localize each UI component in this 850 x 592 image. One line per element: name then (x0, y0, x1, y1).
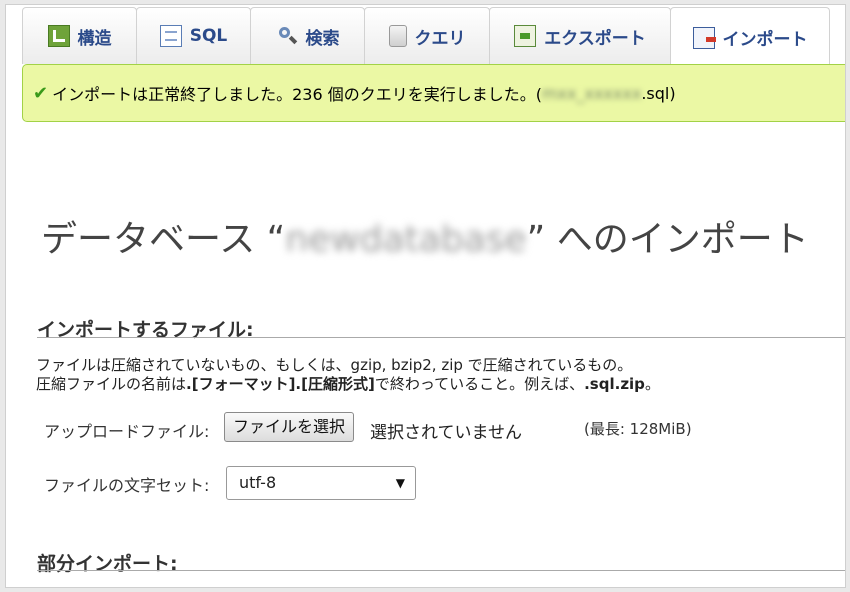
partial-import-title: 部分インポート: (37, 553, 178, 575)
tab-import[interactable]: インポート (670, 7, 830, 67)
success-message: ✔ インポートは正常終了しました。236 個のクエリを実行しました。( mxx_… (22, 64, 845, 122)
file-status-text: 選択されていません (370, 423, 522, 443)
tab-label: 検索 (305, 28, 340, 49)
structure-icon (47, 25, 70, 47)
sql-icon (159, 25, 182, 47)
divider (37, 337, 845, 338)
tab-sql[interactable]: SQL (136, 7, 251, 64)
upload-file-label: アップロードファイル: (44, 422, 210, 441)
tab-query[interactable]: クエリ (364, 7, 490, 64)
desc-format: .[フォーマット].[圧縮形式] (186, 375, 375, 393)
tab-export[interactable]: エクスポート (489, 7, 671, 64)
tab-structure[interactable]: 構造 (22, 7, 137, 64)
tab-label: エクスポート (544, 28, 646, 49)
file-description: ファイルは圧縮されていないもの、もしくは、gzip, bzip2, zip で圧… (36, 356, 660, 394)
tab-search[interactable]: 検索 (250, 7, 365, 64)
database-name: newdatabase (285, 219, 527, 260)
dropdown-arrow-icon: ▼ (395, 476, 405, 490)
desc-example: .sql.zip (584, 375, 645, 393)
import-icon (692, 26, 716, 49)
desc-text: で終わっていること。例えば、 (374, 375, 585, 393)
tab-label: 構造 (77, 28, 112, 49)
desc-text: 。 (644, 375, 660, 393)
tab-label: SQL (189, 26, 228, 46)
description-line-1: ファイルは圧縮されていないもの、もしくは、gzip, bzip2, zip で圧… (36, 356, 633, 374)
title-prefix: データベース “ (41, 219, 286, 260)
checkmark-icon: ✔ (33, 82, 49, 104)
desc-text: 圧縮ファイルの名前は (36, 375, 187, 393)
export-icon (514, 25, 537, 47)
message-ext: .sql) (641, 83, 676, 103)
charset-value: utf-8 (239, 473, 277, 492)
import-panel: 構造 SQL 検索 クエリ エクスポート インポート ✔ インポートは正常終了し… (5, 4, 846, 588)
tab-label: インポート (722, 30, 808, 50)
message-text: インポートは正常終了しました。236 個のクエリを実行しました。( (52, 85, 542, 104)
blurred-filename: mxx_xxxxxx (541, 83, 642, 103)
max-size-text: (最長: 128MiB) (584, 420, 692, 438)
tab-label: クエリ (414, 28, 466, 49)
page-title: データベース “newdatabase” へのインポート (41, 210, 809, 262)
divider (37, 570, 845, 571)
search-icon (276, 25, 298, 47)
charset-select[interactable]: utf-8 ▼ (226, 466, 416, 500)
title-suffix: ” へのインポート (526, 219, 809, 260)
choose-file-button[interactable]: ファイルを選択 (224, 412, 355, 442)
description-line-2: 圧縮ファイルの名前は.[フォーマット].[圧縮形式]で終わっていること。例えば、… (36, 375, 660, 394)
charset-label: ファイルの文字セット: (44, 476, 210, 495)
tab-bar: 構造 SQL 検索 クエリ エクスポート インポート (22, 7, 830, 67)
query-icon (388, 25, 407, 47)
